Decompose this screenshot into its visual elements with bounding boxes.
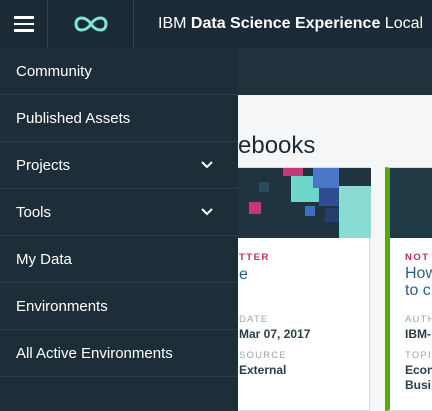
- navigation-drawer: Community Published Assets Projects Tool…: [0, 48, 238, 411]
- card-source-label: SOURCE: [239, 350, 287, 361]
- card-topic-value: Econ: [405, 363, 432, 377]
- nav-item-published-assets[interactable]: Published Assets: [0, 95, 238, 142]
- card-type-label: NOT: [405, 252, 430, 263]
- card-thumbnail: [238, 168, 371, 238]
- sub-header-bar: [238, 48, 432, 95]
- nav-item-projects[interactable]: Projects: [0, 142, 238, 189]
- nav-item-label: Projects: [16, 156, 71, 174]
- nav-item-tools[interactable]: Tools: [0, 189, 238, 236]
- section-title: ebooks: [238, 132, 316, 159]
- nav-item-label: All Active Environments: [16, 344, 173, 362]
- card-topic-value: Busi: [405, 378, 432, 392]
- brand-suffix: Local: [384, 15, 424, 32]
- card-topic-label: TOPI: [405, 350, 432, 361]
- infinity-logo-icon[interactable]: [48, 0, 134, 48]
- nav-item-label: My Data: [16, 250, 72, 268]
- card-title-line[interactable]: How: [405, 265, 432, 283]
- nav-item-label: Tools: [16, 203, 52, 221]
- chevron-down-icon[interactable]: [200, 158, 214, 172]
- card-date-value: Mar 07, 2017: [239, 327, 311, 341]
- nav-item-all-active-environments[interactable]: All Active Environments: [0, 330, 238, 377]
- card-title[interactable]: e: [239, 266, 248, 284]
- chevron-down-icon[interactable]: [200, 205, 214, 219]
- card-type-label: TTER: [239, 252, 270, 263]
- card-source-value: External: [239, 363, 287, 377]
- brand-prefix: IBM: [158, 15, 187, 32]
- notebook-card[interactable]: TTER e DATE Mar 07, 2017 SOURCE External: [238, 167, 371, 411]
- nav-item-my-data[interactable]: My Data: [0, 236, 238, 283]
- card-author-label: AUTH: [405, 314, 432, 325]
- app-title[interactable]: IBM Data Science Experience Local: [134, 15, 423, 33]
- main-content: ebooks TTER e DATE Mar 07, 2017 SOURCE E…: [238, 95, 432, 411]
- brand-name: Data Science Experience: [190, 15, 381, 32]
- hamburger-icon[interactable]: [0, 0, 48, 48]
- nav-item-environments[interactable]: Environments: [0, 283, 238, 330]
- nav-item-label: Published Assets: [16, 109, 131, 127]
- notebook-card[interactable]: NOT How to c AUTH IBM- TOPI Econ Busi: [385, 167, 432, 411]
- card-author-value: IBM-: [405, 327, 431, 341]
- card-title-line[interactable]: to c: [405, 282, 431, 300]
- nav-item-community[interactable]: Community: [0, 48, 238, 95]
- nav-item-label: Environments: [16, 297, 108, 315]
- card-thumbnail: [390, 168, 432, 238]
- nav-item-label: Community: [16, 62, 92, 80]
- top-bar: IBM Data Science Experience Local: [0, 0, 432, 48]
- card-date-label: DATE: [239, 314, 269, 325]
